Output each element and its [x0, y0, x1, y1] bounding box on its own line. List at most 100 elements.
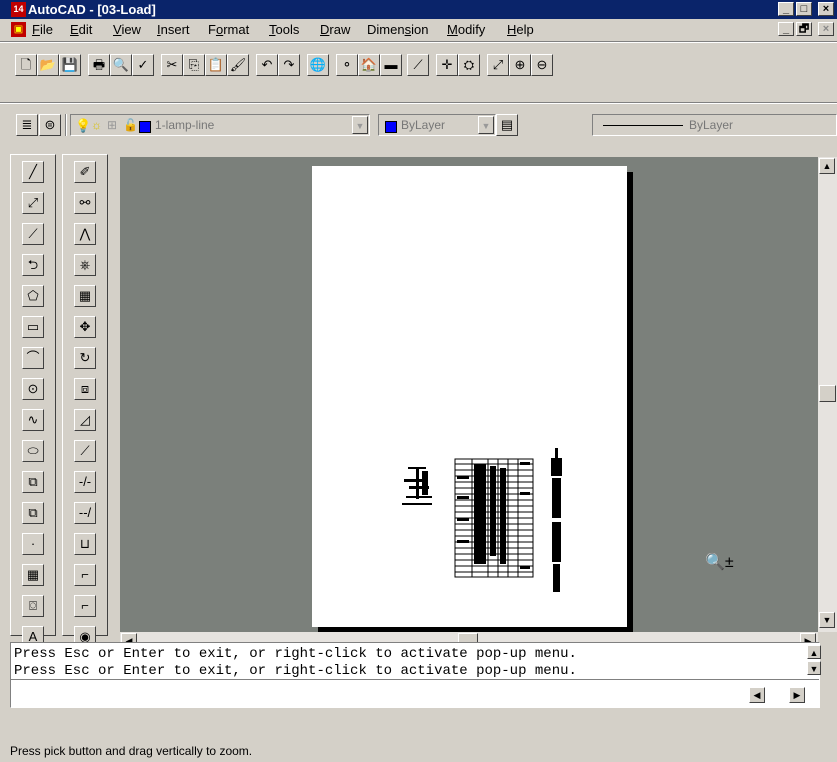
spline-icon[interactable]: ⊙: [22, 378, 44, 400]
menu-edit[interactable]: Edit: [70, 22, 92, 37]
title-bar[interactable]: 14 AutoCAD - [03-Load] _ □ ×: [0, 0, 837, 19]
object-properties-toolbar: ≣ ⊜ 💡 ☼ ⊞ 🔓 1-lamp-line ▼ ByLayer ▼ ▤ By…: [0, 104, 837, 148]
drawing-geometry: [402, 448, 562, 592]
cmd-scroll-right-button[interactable]: ▶: [789, 687, 805, 703]
multiline-text-icon[interactable]: ⌼: [22, 595, 44, 617]
ucs-icon[interactable]: ▬: [380, 54, 402, 76]
dist-icon[interactable]: ⟋: [407, 54, 429, 76]
paste-icon[interactable]: 📋: [205, 54, 227, 76]
linetype-dropdown[interactable]: ByLayer: [592, 114, 837, 136]
new-icon[interactable]: 🗋: [15, 54, 37, 76]
spell-icon[interactable]: ✓: [132, 54, 154, 76]
print-icon[interactable]: 🖶: [88, 54, 110, 76]
rectangle-icon[interactable]: ⬠: [22, 285, 44, 307]
draw-toolbar: ╱ ⤢ ⟋ ⮌ ⬠ ▭ ⌒ ⊙ ∿ ⬭ ⧉ ⧉ · ▦ ⌼ A: [10, 154, 56, 648]
extend-icon[interactable]: --/: [74, 502, 96, 524]
menu-tools[interactable]: Tools: [269, 22, 299, 37]
open-icon[interactable]: 📂: [37, 54, 59, 76]
menu-help[interactable]: Help: [507, 22, 534, 37]
zoom-realtime-cursor: 🔍±: [705, 554, 734, 571]
hatch-icon[interactable]: ·: [22, 533, 44, 555]
cmd-scroll-up-button[interactable]: ▲: [807, 645, 821, 659]
preview-icon[interactable]: 🔍: [110, 54, 132, 76]
menu-format[interactable]: Format: [208, 22, 249, 37]
zoom-prev-icon[interactable]: ⊕: [509, 54, 531, 76]
cut-icon[interactable]: ✂: [161, 54, 183, 76]
zoom-realtime-icon[interactable]: ⛭: [458, 54, 480, 76]
doc-restore-button[interactable]: 🗗: [796, 22, 812, 36]
point-icon[interactable]: ⧉: [22, 502, 44, 524]
close-button[interactable]: ×: [818, 2, 834, 16]
copy-object-icon[interactable]: ⚯: [74, 192, 96, 214]
erase-icon[interactable]: ✐: [74, 161, 96, 183]
scale-icon[interactable]: ⧈: [74, 378, 96, 400]
polyline-icon[interactable]: ⟋: [22, 223, 44, 245]
rotate-icon[interactable]: ↻: [74, 347, 96, 369]
linetype-icon[interactable]: ▤: [496, 114, 518, 136]
doc-minimize-button[interactable]: _: [778, 22, 794, 36]
menu-file[interactable]: File: [32, 22, 53, 37]
match-prop-icon[interactable]: 🖌: [227, 54, 249, 76]
linetype-value: ByLayer: [689, 118, 734, 132]
pan-icon[interactable]: ✛: [436, 54, 458, 76]
line-icon[interactable]: ╱: [22, 161, 44, 183]
layer-dropdown[interactable]: 💡 ☼ ⊞ 🔓 1-lamp-line ▼: [70, 114, 370, 136]
redo-icon[interactable]: ↷: [278, 54, 300, 76]
lengthen-icon[interactable]: ⟋: [74, 440, 96, 462]
break-icon[interactable]: ⊔: [74, 533, 96, 555]
minimize-button[interactable]: _: [778, 2, 794, 16]
move-icon[interactable]: ✥: [74, 316, 96, 338]
color-dropdown[interactable]: ByLayer ▼: [378, 114, 496, 136]
save-icon[interactable]: 💾: [59, 54, 81, 76]
cmd-scroll-left-button[interactable]: ◀: [749, 687, 765, 703]
standard-toolbar: 🗋 📂 💾 🖶 🔍 ✓ ✂ ⎘ 📋 🖌 ↶ ↷ 🌐 ⚬ 🏠 ▬ ⟋ ✛ ⛭ ⤢ ⊕ ⊖: [0, 44, 837, 88]
polygon-icon[interactable]: ⮌: [22, 254, 44, 276]
menu-dimension[interactable]: Dimension: [367, 22, 428, 37]
menu-view[interactable]: View: [113, 22, 141, 37]
maximize-button[interactable]: □: [796, 2, 812, 16]
freeze-vp-icon: ⊞: [107, 118, 118, 132]
chamfer-icon[interactable]: ⌐: [74, 564, 96, 586]
menu-insert[interactable]: Insert: [157, 22, 190, 37]
toolbar-icon-21[interactable]: ⊖: [531, 54, 553, 76]
menu-draw[interactable]: Draw: [320, 22, 350, 37]
snap-icon[interactable]: ⚬: [336, 54, 358, 76]
chevron-down-icon[interactable]: ▼: [352, 116, 368, 134]
drawing-canvas[interactable]: 🔍±: [120, 157, 818, 632]
array-icon[interactable]: ▦: [74, 285, 96, 307]
fillet-icon[interactable]: ⌐: [74, 595, 96, 617]
layers-icon[interactable]: ≣: [16, 114, 38, 136]
cmd-scroll-down-button[interactable]: ▼: [807, 661, 821, 675]
status-bar: Press pick button and drag vertically to…: [0, 740, 837, 762]
insert-block-icon[interactable]: ⬭: [22, 440, 44, 462]
doc-close-button[interactable]: ×: [818, 22, 834, 36]
scroll-down-button[interactable]: ▼: [819, 612, 835, 628]
menu-modify[interactable]: Modify: [447, 22, 485, 37]
vertical-scroll-thumb[interactable]: [819, 385, 836, 402]
make-layer-current-icon[interactable]: ⊜: [39, 114, 61, 136]
stretch-icon[interactable]: ◿: [74, 409, 96, 431]
offset-icon[interactable]: ⎈: [74, 254, 96, 276]
arc-icon[interactable]: ▭: [22, 316, 44, 338]
trim-icon[interactable]: -/-: [74, 471, 96, 493]
window-title: AutoCAD - [03-Load]: [28, 2, 156, 17]
scroll-up-button[interactable]: ▲: [819, 158, 835, 174]
region-icon[interactable]: ▦: [22, 564, 44, 586]
autocad-app-icon[interactable]: 14: [11, 2, 26, 17]
hyperlink-icon[interactable]: 🌐: [307, 54, 329, 76]
command-line-window[interactable]: Press Esc or Enter to exit, or right-cli…: [10, 642, 821, 708]
chevron-down-icon[interactable]: ▼: [478, 116, 494, 134]
copy-icon[interactable]: ⎘: [183, 54, 205, 76]
document-icon[interactable]: ▣: [11, 22, 26, 37]
vertical-scrollbar[interactable]: ▲ ▼: [818, 157, 837, 632]
command-history-line-2: Press Esc or Enter to exit, or right-cli…: [14, 663, 577, 679]
tracking-icon[interactable]: 🏠: [358, 54, 380, 76]
ellipse-icon[interactable]: ∿: [22, 409, 44, 431]
make-block-icon[interactable]: ⧉: [22, 471, 44, 493]
mirror-icon[interactable]: ⋀: [74, 223, 96, 245]
linetype-preview: [603, 125, 683, 126]
construction-line-icon[interactable]: ⤢: [22, 192, 44, 214]
zoom-window-icon[interactable]: ⤢: [487, 54, 509, 76]
undo-icon[interactable]: ↶: [256, 54, 278, 76]
circle-icon[interactable]: ⌒: [22, 347, 44, 369]
